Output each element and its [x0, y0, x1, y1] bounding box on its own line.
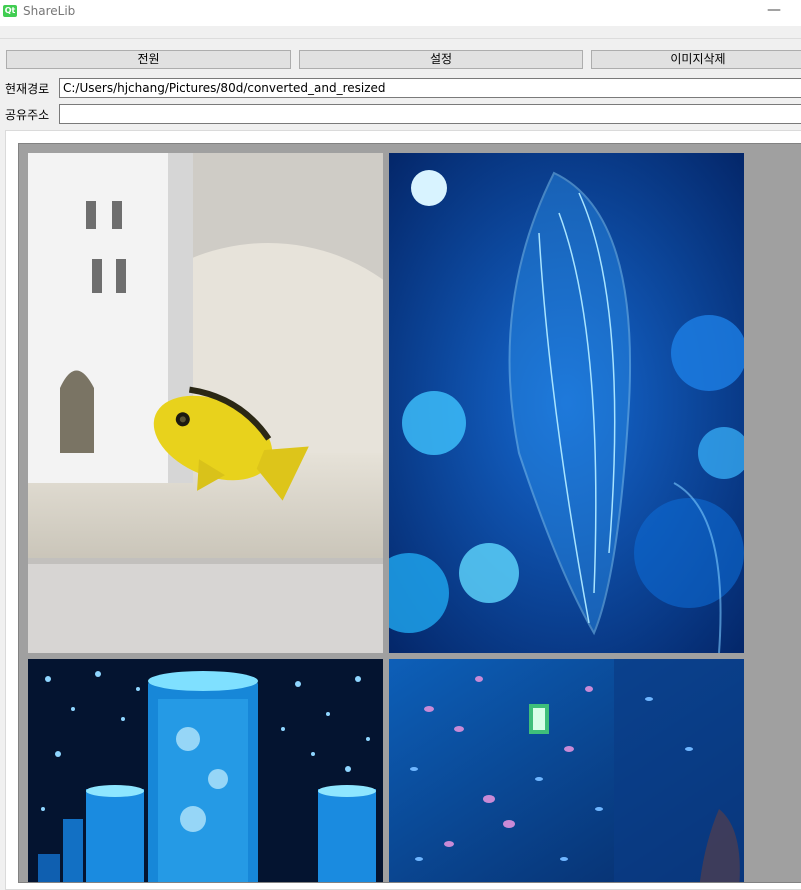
power-button[interactable]: 전원: [6, 50, 291, 69]
current-path-label: 현재경로: [5, 82, 50, 96]
title-bar: Qt ShareLib —: [0, 0, 801, 26]
image-thumbnail-aquarium[interactable]: [389, 659, 744, 883]
share-address-input[interactable]: [59, 104, 801, 124]
minimize-button[interactable]: —: [764, 0, 784, 22]
image-thumbnail-fish[interactable]: [28, 153, 383, 653]
settings-button[interactable]: 설정: [299, 50, 583, 69]
current-path-input[interactable]: C:/Users/hjchang/Pictures/80d/converted_…: [59, 78, 801, 98]
image-thumbnail-tanks[interactable]: [28, 659, 383, 883]
image-viewport[interactable]: [18, 143, 801, 883]
qt-icon: Qt: [3, 5, 17, 17]
menu-separator: [0, 38, 801, 39]
image-thumbnail-jellyfish[interactable]: [389, 153, 744, 653]
window-title: ShareLib: [23, 4, 76, 18]
delete-image-button[interactable]: 이미지삭제: [591, 50, 801, 69]
share-address-label: 공유주소: [5, 108, 50, 122]
